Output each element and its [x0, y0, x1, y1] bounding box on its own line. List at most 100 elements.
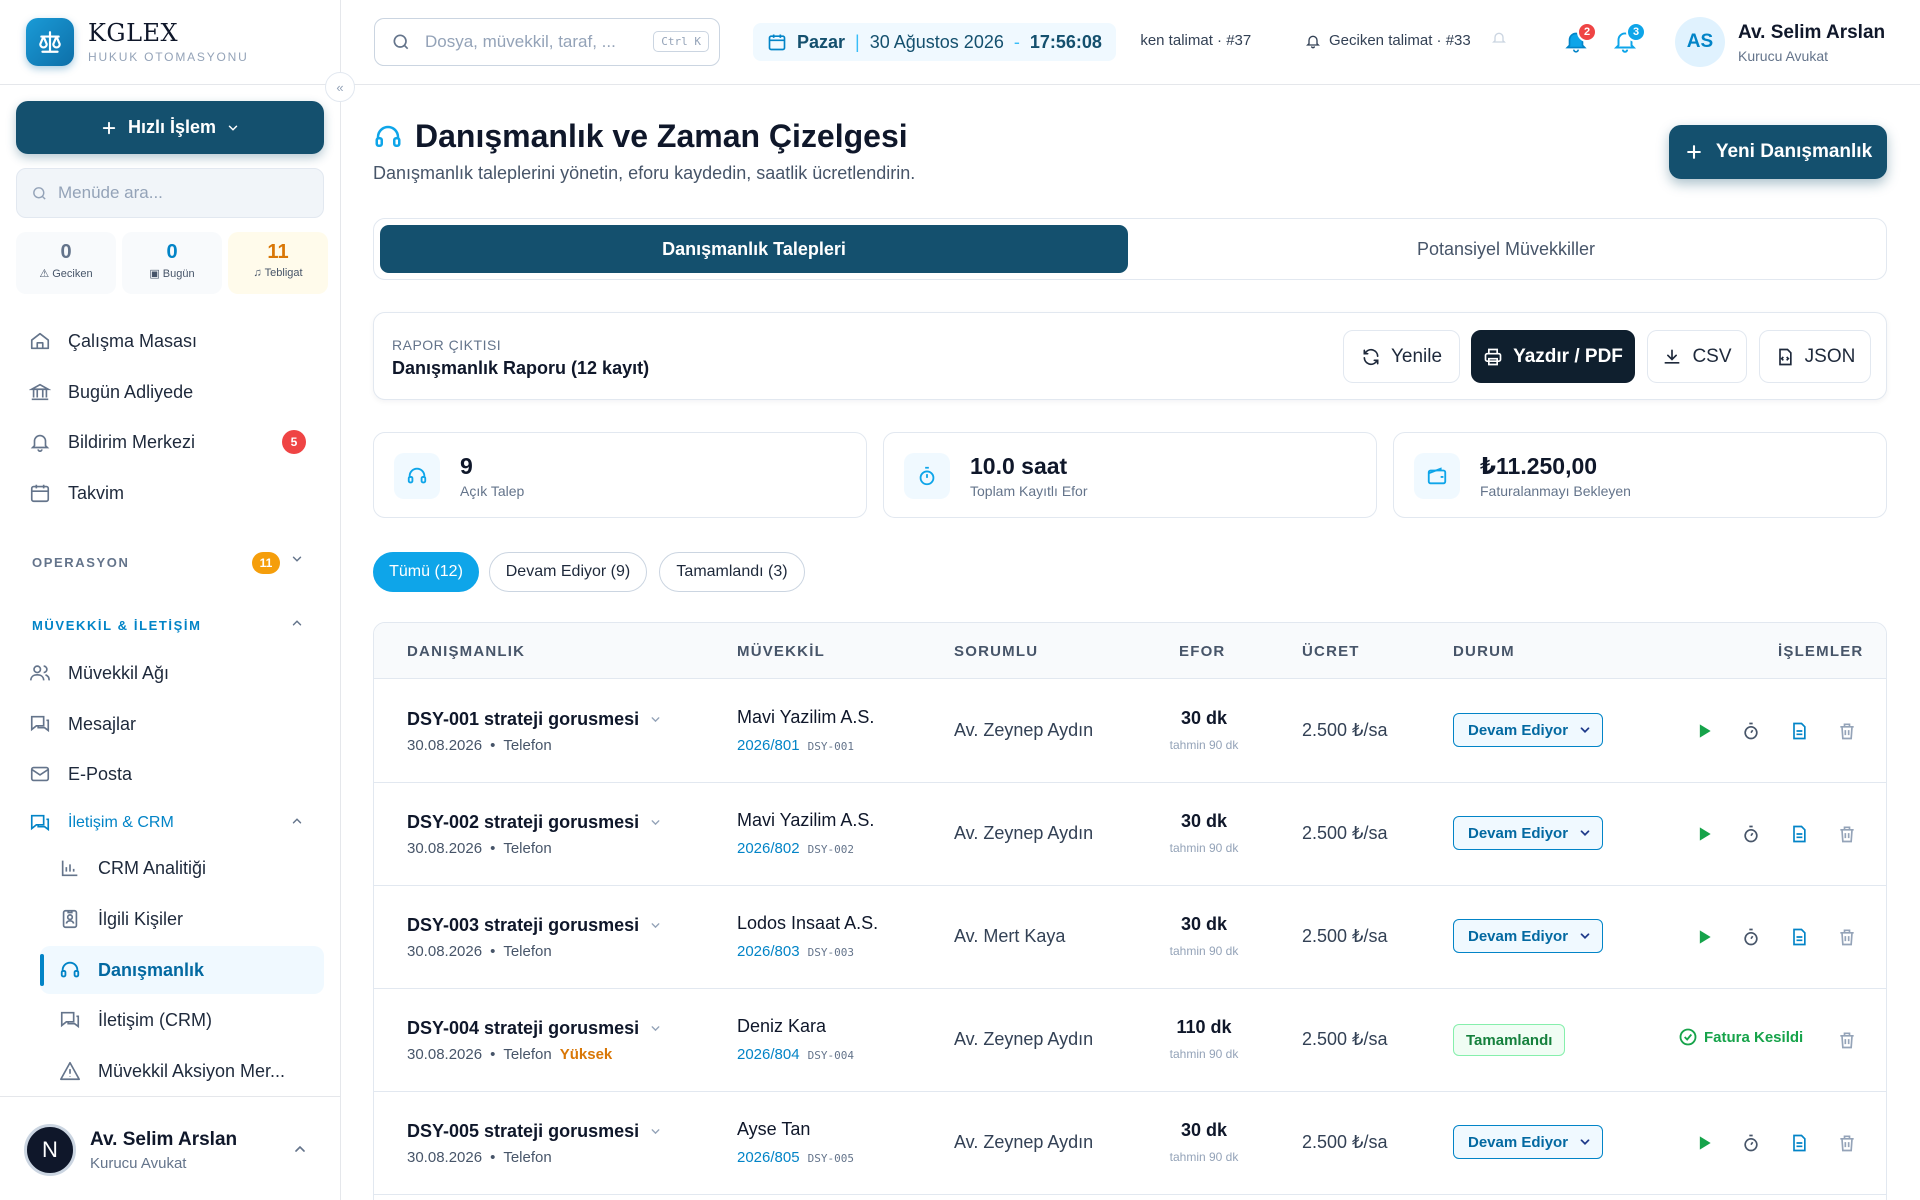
expand-chevron-icon[interactable] [649, 713, 662, 726]
tab-potential-clients[interactable]: Potansiyel Müvekkiller [1132, 225, 1880, 273]
table-row[interactable]: DSY-004 strateji gorusmesi 30.08.2026 • Tel… [374, 989, 1886, 1092]
status-select[interactable]: Devam Ediyor [1453, 713, 1603, 747]
refresh-button[interactable]: Yenile [1343, 330, 1460, 383]
column-header: ÜCRET [1302, 643, 1360, 660]
play-icon[interactable] [1691, 1130, 1717, 1156]
chevron-up-icon[interactable] [292, 1141, 308, 1157]
bell-icon [1305, 33, 1321, 49]
consulting-title[interactable]: DSY-002 strateji gorusmesi [407, 812, 662, 833]
global-search-input[interactable]: Dosya, müvekkil, taraf, ... Ctrl K [374, 18, 720, 66]
consulting-title[interactable]: DSY-001 strateji gorusmesi [407, 709, 662, 730]
status-select[interactable]: Devam Ediyor [1453, 1125, 1603, 1159]
case-file-link[interactable]: 2026/802 [737, 840, 800, 857]
table-row[interactable]: DSY-001 strateji gorusmesi 30.08.2026 • Tel… [374, 680, 1886, 783]
menu-search-placeholder: Menüde ara... [58, 183, 163, 202]
expand-chevron-icon[interactable] [649, 1022, 662, 1035]
document-icon[interactable] [1786, 1130, 1812, 1156]
plus-icon [1684, 142, 1704, 162]
case-file-link[interactable]: 2026/804 [737, 1046, 800, 1063]
status-select[interactable]: Devam Ediyor [1453, 816, 1603, 850]
sidebar-item-consulting[interactable]: Danışmanlık [58, 950, 204, 990]
sidebar-group-crm[interactable]: İletişim & CRM [28, 803, 174, 843]
menu-search-input[interactable]: Menüde ara... [16, 168, 324, 218]
document-icon[interactable] [1786, 924, 1812, 950]
timer-icon[interactable] [1738, 924, 1764, 950]
consulting-title[interactable]: DSY-004 strateji gorusmesi [407, 1018, 662, 1039]
column-header: DANIŞMANLIK [407, 643, 526, 660]
ticker-item[interactable]: Geciken talimat · #33 [1305, 32, 1471, 49]
brand[interactable]: KGLEX HUKUK OTOMASYONU [26, 16, 249, 68]
sidebar-item-court-today[interactable]: Bugün Adliyede [28, 372, 193, 412]
table-row[interactable]: DSY-005 strateji gorusmesi 30.08.2026 • Tel… [374, 1092, 1886, 1195]
sidebar-user-footer[interactable]: N Av. Selim Arslan Kurucu Avukat [0, 1096, 340, 1200]
effort-value: 30 dk [1180, 811, 1228, 831]
play-icon[interactable] [1691, 821, 1717, 847]
document-icon[interactable] [1786, 718, 1812, 744]
expand-chevron-icon[interactable] [649, 816, 662, 829]
sidebar-item-label: Çalışma Masası [68, 330, 198, 351]
consulting-title[interactable]: DSY-005 strateji gorusmesi [407, 1121, 662, 1142]
consulting-code: DSY-003 [807, 946, 854, 959]
stat-today-label: Bugün [162, 267, 195, 280]
new-consulting-button[interactable]: Yeni Danışmanlık [1669, 125, 1887, 179]
client-section-label[interactable]: MÜVEKKİL & İLETİŞİM [32, 618, 202, 633]
report-output-card: RAPOR ÇIKTISI Danışmanlık Raporu (12 kay… [373, 312, 1887, 400]
case-file-link[interactable]: 2026/805 [737, 1149, 800, 1166]
timer-icon[interactable] [1738, 718, 1764, 744]
sidebar-item-workdesk[interactable]: Çalışma Masası [28, 321, 197, 361]
export-json-button[interactable]: JSON [1759, 330, 1871, 383]
expand-chevron-icon[interactable] [649, 1125, 662, 1138]
filter-in-progress[interactable]: Devam Ediyor (9) [489, 552, 647, 592]
play-icon[interactable] [1691, 718, 1717, 744]
notifications-button[interactable]: 3 [1612, 22, 1646, 56]
sidebar-item-calendar[interactable]: Takvim [28, 473, 124, 513]
timer-icon[interactable] [1738, 1130, 1764, 1156]
stat-overdue[interactable]: 0 ⚠ Geciken [16, 232, 116, 294]
consulting-title-text: DSY-005 strateji gorusmesi [407, 1121, 640, 1141]
urgent-notifications-button[interactable]: 2 [1563, 22, 1597, 56]
timer-icon[interactable] [1738, 821, 1764, 847]
export-csv-button[interactable]: CSV [1647, 330, 1747, 383]
delete-icon[interactable] [1834, 1027, 1860, 1053]
consulting-title[interactable]: DSY-003 strateji gorusmesi [407, 915, 662, 936]
sidebar-item-crm-analytics[interactable]: CRM Analitiği [58, 848, 206, 888]
sidebar-item-messages[interactable]: Mesajlar [28, 704, 136, 744]
sidebar-item-client-network[interactable]: Müvekkil Ağı [28, 653, 169, 693]
ticker-item[interactable]: iken talimat · #37 [1141, 32, 1251, 49]
document-icon[interactable] [1786, 821, 1812, 847]
date-separator: | [855, 31, 860, 52]
sidebar-item-notification-center[interactable]: Bildirim Merkezi [28, 422, 195, 462]
table-row[interactable]: DSY-003 strateji gorusmesi 30.08.2026 • Tel… [374, 886, 1886, 989]
case-file-link[interactable]: 2026/803 [737, 943, 800, 960]
case-file: 2026/802 DSY-002 [737, 840, 854, 857]
stat-notifications[interactable]: 11 ♫ Tebligat [228, 232, 328, 294]
avatar[interactable]: AS [1675, 17, 1725, 67]
stat-today[interactable]: 0 ▣ Bugün [122, 232, 222, 294]
sidebar-item-client-actions[interactable]: Müvekkil Aksiyon Mer... [58, 1051, 285, 1091]
expand-chevron-icon[interactable] [649, 919, 662, 932]
meta-separator: • [490, 1046, 496, 1063]
delete-icon[interactable] [1834, 1130, 1860, 1156]
topbar-user-name[interactable]: Av. Selim Arslan [1738, 22, 1885, 44]
print-pdf-button[interactable]: Yazdır / PDF [1471, 330, 1635, 383]
delete-icon[interactable] [1834, 718, 1860, 744]
case-file-link[interactable]: 2026/801 [737, 737, 800, 754]
table-row[interactable]: DSY-002 strateji gorusmesi 30.08.2026 • Tel… [374, 783, 1886, 886]
filter-all[interactable]: Tümü (12) [373, 552, 479, 592]
chevron-up-icon[interactable] [290, 616, 304, 630]
delete-icon[interactable] [1834, 924, 1860, 950]
collapse-sidebar-button[interactable]: « [325, 72, 355, 102]
quick-action-button[interactable]: Hızlı İşlem [16, 101, 324, 154]
tab-consulting-requests[interactable]: Danışmanlık Talepleri [380, 225, 1128, 273]
delete-icon[interactable] [1834, 821, 1860, 847]
sidebar-item-email[interactable]: E-Posta [28, 754, 132, 794]
chevron-up-icon[interactable] [290, 814, 304, 828]
chevron-down-icon[interactable] [290, 552, 304, 566]
sidebar-item-communication-crm[interactable]: İletişim (CRM) [58, 1000, 212, 1040]
play-icon[interactable] [1691, 924, 1717, 950]
status-select[interactable]: Devam Ediyor [1453, 919, 1603, 953]
consulting-title-text: DSY-001 strateji gorusmesi [407, 709, 640, 729]
sidebar-item-related-people[interactable]: İlgili Kişiler [58, 899, 183, 939]
filter-completed[interactable]: Tamamlandı (3) [659, 552, 805, 592]
operations-section-label[interactable]: OPERASYON [32, 555, 129, 570]
